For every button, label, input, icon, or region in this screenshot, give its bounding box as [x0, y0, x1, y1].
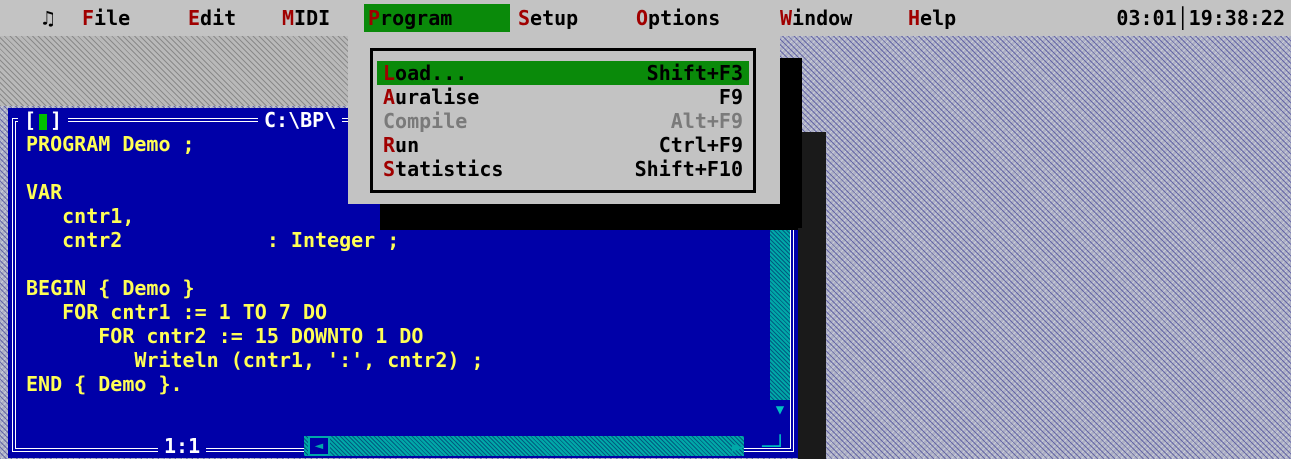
editor-shadow — [798, 132, 826, 459]
cursor-position: 1:1 — [158, 434, 207, 458]
menu-options-label: ptions — [648, 6, 721, 30]
editor-file-path: C:\BP\ — [258, 108, 343, 132]
music-note-icon[interactable]: ♫ — [38, 4, 58, 32]
menu-item-label: Load... — [383, 61, 468, 85]
menu-item-compile: Compile Alt+F9 — [377, 109, 749, 133]
menu-item-statistics[interactable]: Statistics Shift+F10 — [377, 157, 749, 181]
menu-window[interactable]: Window — [776, 4, 856, 32]
menu-item-label: Compile — [383, 109, 468, 133]
resize-corner-icon[interactable]: ─┘ — [762, 436, 790, 456]
menu-edit-hotkey: E — [188, 6, 201, 30]
scroll-left-icon[interactable]: ◄ — [308, 436, 330, 456]
menu-help[interactable]: Help — [904, 4, 960, 32]
menu-setup-hotkey: S — [518, 6, 531, 30]
menu-file[interactable]: File — [78, 4, 134, 32]
menu-options[interactable]: Options — [632, 4, 724, 32]
menu-help-label: elp — [920, 6, 957, 30]
menu-item-label: Run — [383, 133, 420, 157]
code-line: cntr2 : Integer ; — [26, 228, 400, 252]
scroll-right-icon[interactable]: ► — [732, 436, 748, 456]
menu-program-hotkey: P — [368, 6, 381, 30]
program-menu: Load... Shift+F3 Auralise F9 Compile Alt… — [348, 36, 780, 204]
program-menu-frame: Load... Shift+F3 Auralise F9 Compile Alt… — [370, 48, 756, 193]
dropdown-shadow-right — [780, 58, 802, 228]
editor-titlebar: [] — [18, 108, 69, 132]
menu-setup[interactable]: Setup — [514, 4, 582, 32]
menu-midi-hotkey: M — [282, 6, 295, 30]
menu-program[interactable]: Program — [364, 4, 510, 32]
menu-help-hotkey: H — [908, 6, 921, 30]
close-bracket-left: [ — [24, 108, 37, 132]
code-line: END { Demo }. — [26, 372, 183, 396]
dropdown-shadow — [380, 204, 798, 230]
close-bracket-right: ] — [50, 108, 63, 132]
code-line: FOR cntr2 := 15 DOWNTO 1 DO — [26, 324, 424, 348]
menu-window-label: indow — [792, 6, 853, 30]
menu-item-auralise[interactable]: Auralise F9 — [377, 85, 749, 109]
menu-item-run[interactable]: Run Ctrl+F9 — [377, 133, 749, 157]
menu-window-hotkey: W — [780, 6, 793, 30]
menu-item-label: Statistics — [383, 157, 504, 181]
menu-file-hotkey: F — [82, 6, 95, 30]
close-icon — [39, 113, 48, 130]
menu-midi[interactable]: MIDI — [278, 4, 334, 32]
menu-item-label: Auralise — [383, 85, 480, 109]
code-line: Writeln (cntr1, ':', cntr2) ; — [26, 348, 484, 372]
menu-program-label: rogram — [380, 6, 453, 30]
menu-item-load[interactable]: Load... Shift+F3 — [377, 61, 749, 85]
scroll-down-icon[interactable]: ▼ — [770, 400, 790, 422]
code-line: BEGIN { Demo } — [26, 276, 195, 300]
menu-options-hotkey: O — [636, 6, 649, 30]
menu-item-shortcut: Ctrl+F9 — [658, 133, 743, 157]
close-box[interactable]: [] — [24, 108, 62, 132]
code-line: FOR cntr1 := 1 TO 7 DO — [26, 300, 328, 324]
menu-setup-label: etup — [530, 6, 579, 30]
menu-item-shortcut: Shift+F10 — [634, 157, 743, 181]
menu-item-shortcut: Shift+F3 — [646, 61, 743, 85]
menu-item-shortcut: Alt+F9 — [670, 109, 743, 133]
desktop-pattern-left — [0, 36, 365, 106]
menu-item-shortcut: F9 — [718, 85, 743, 109]
menu-bar: ♫ File Edit MIDI Program Setup Options W… — [0, 0, 1291, 36]
horizontal-scrollbar[interactable]: ◄ ► — [304, 436, 744, 456]
menu-edit[interactable]: Edit — [184, 4, 240, 32]
menu-edit-label: dit — [200, 6, 237, 30]
menu-file-label: ile — [94, 6, 131, 30]
menu-midi-label: IDI — [294, 6, 331, 30]
clock-display: 03:01│19:38:22 — [1116, 6, 1285, 30]
